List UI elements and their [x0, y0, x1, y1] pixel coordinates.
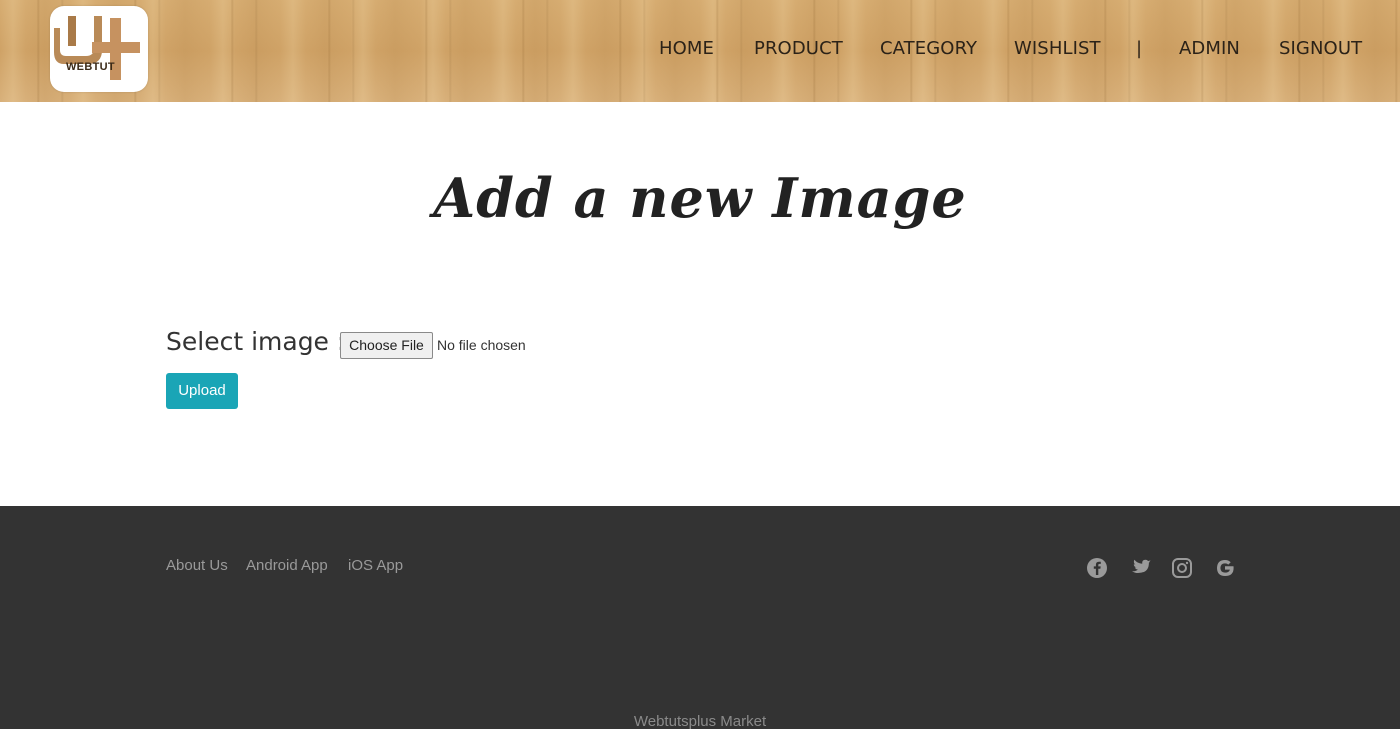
site-footer: About Us Android App iOS App Webtutsplus… — [0, 506, 1400, 729]
page-title: Add a new Image — [433, 166, 967, 230]
google-icon[interactable] — [1214, 557, 1236, 579]
file-status-text: No file chosen — [437, 337, 526, 353]
site-header: WEBTUT HOME PRODUCT CATEGORY WISHLIST | … — [0, 0, 1400, 102]
twitter-icon[interactable] — [1128, 557, 1151, 579]
instagram-icon[interactable] — [1171, 557, 1193, 579]
select-image-label: Select image : — [166, 327, 346, 356]
nav-wishlist[interactable]: WISHLIST — [1014, 38, 1101, 59]
nav-category[interactable]: CATEGORY — [880, 38, 977, 59]
footer-link-ios-app[interactable]: iOS App — [348, 557, 403, 574]
nav-home[interactable]: HOME — [659, 38, 714, 59]
nav-signout[interactable]: SIGNOUT — [1279, 38, 1362, 59]
main-nav: HOME PRODUCT CATEGORY WISHLIST | ADMIN S… — [0, 38, 1400, 64]
footer-link-android-app[interactable]: Android App — [246, 557, 328, 574]
nav-admin[interactable]: ADMIN — [1179, 38, 1240, 59]
upload-button[interactable]: Upload — [166, 373, 238, 409]
footer-link-about-us[interactable]: About Us — [166, 557, 228, 574]
footer-copyright: Webtutsplus Market — [633, 713, 767, 729]
facebook-icon[interactable] — [1086, 557, 1108, 579]
nav-product[interactable]: PRODUCT — [754, 38, 843, 59]
nav-divider: | — [1136, 38, 1143, 59]
choose-file-button[interactable]: Choose File — [340, 332, 433, 359]
